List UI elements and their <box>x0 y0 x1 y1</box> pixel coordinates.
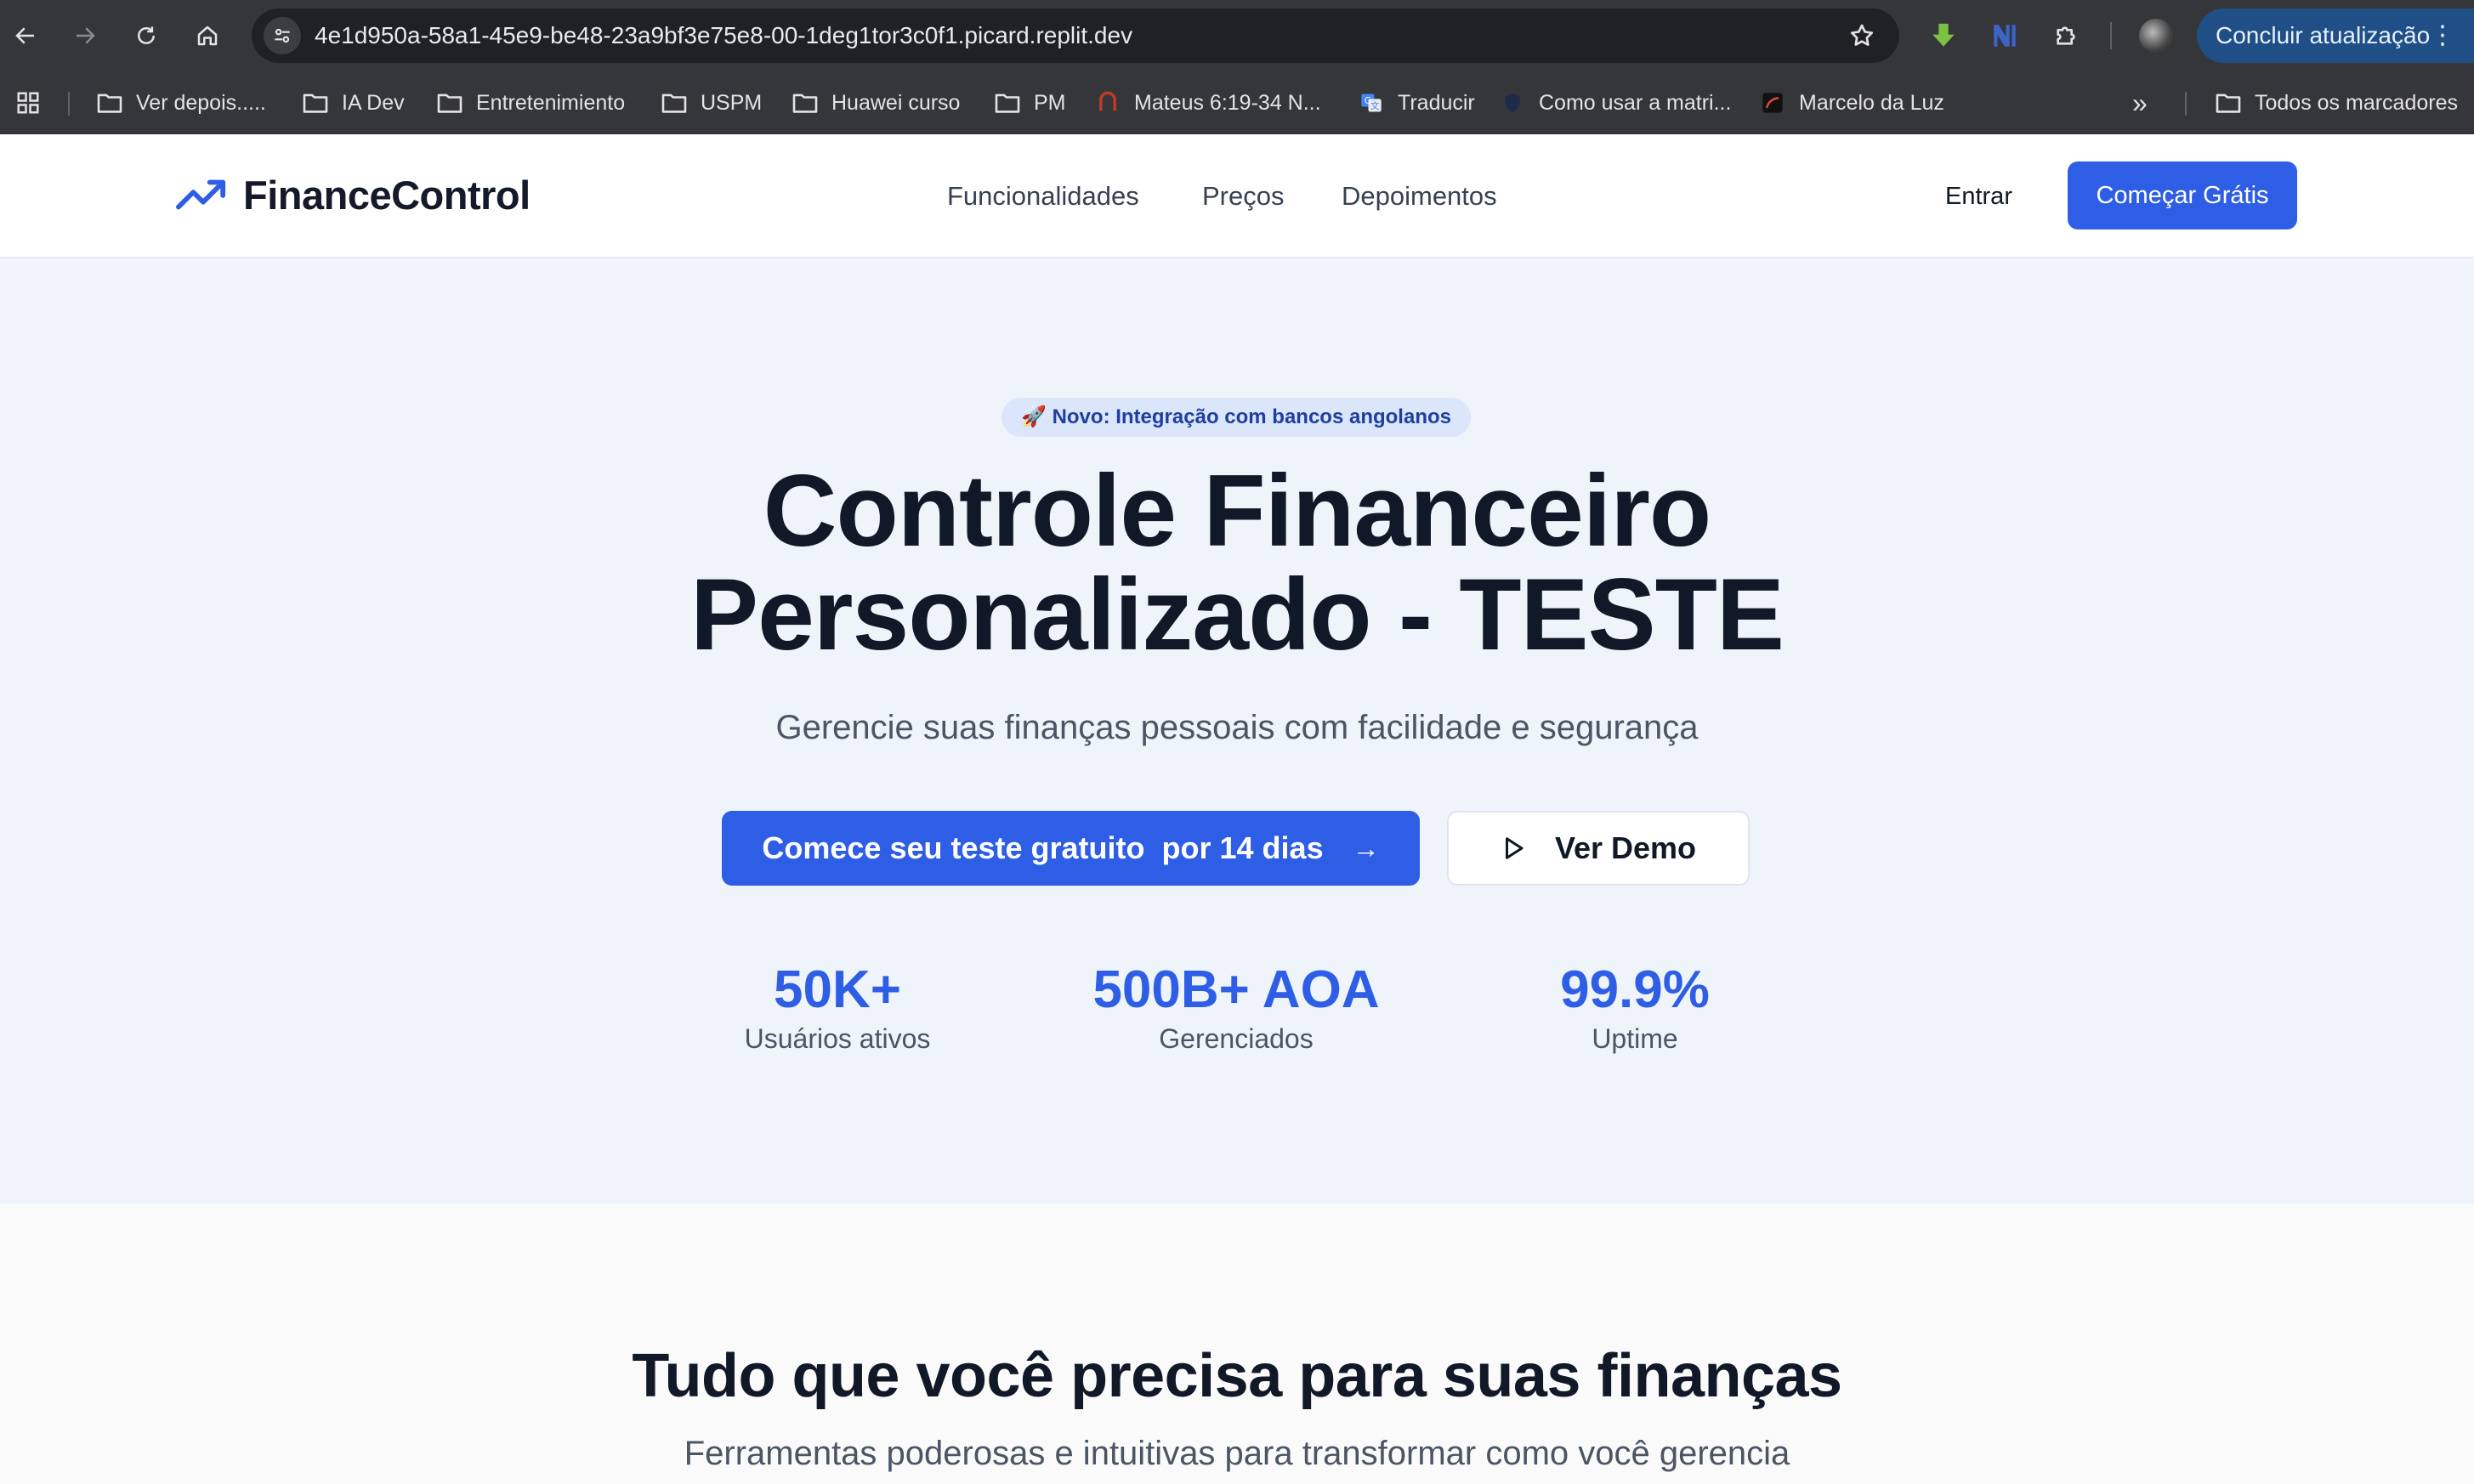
bible-favicon-icon <box>1093 91 1122 115</box>
bookmark-label: Mateus 6:19-34 N... <box>1134 90 1321 115</box>
folder-icon <box>301 91 330 115</box>
bookmarks-separator <box>68 92 70 116</box>
stat-managed: 500B+ AOA Gerenciados <box>1032 960 1440 1057</box>
url-text[interactable]: 4e1d950a-58a1-45e9-be48-23a9bf3e75e8-00-… <box>315 8 1132 63</box>
start-trial-label: Comece seu teste gratuito por 14 dias <box>762 830 1324 865</box>
folder-icon <box>791 91 820 115</box>
bookmark-folder[interactable]: Huawei curso <box>791 71 960 134</box>
view-demo-label: Ver Demo <box>1554 830 1697 865</box>
extensions-puzzle-icon[interactable] <box>2049 19 2083 53</box>
folder-icon <box>95 91 124 115</box>
hero-subtitle: Gerencie suas finanças pessoais com faci… <box>775 709 1699 746</box>
nav-link-depoimentos[interactable]: Depoimentos <box>1342 134 1497 258</box>
start-free-button[interactable]: Começar Grátis <box>2068 161 2297 229</box>
logo[interactable]: FinanceControl <box>175 172 531 218</box>
bookmark-link[interactable]: Mateus 6:19-34 N... <box>1093 71 1321 134</box>
kebab-menu-icon[interactable]: ⋮ <box>2430 8 2455 63</box>
hero-title-line-1: Controle Financeiro <box>763 454 1711 568</box>
folder-icon <box>993 91 1022 115</box>
all-bookmarks-label: Todos os marcadores <box>2255 90 2459 115</box>
arrow-right-icon: → <box>1352 832 1380 864</box>
translate-favicon-icon: 文G <box>1357 91 1386 115</box>
svg-text:文: 文 <box>1370 100 1380 111</box>
bookmark-folder[interactable]: IA Dev <box>301 71 405 134</box>
site-header: FinanceControl Funcionalidades Preços De… <box>0 134 2474 258</box>
arrow-right-icon <box>77 27 95 44</box>
double-chevron-right-icon: » <box>2132 87 2148 118</box>
start-trial-button[interactable]: Comece seu teste gratuito por 14 dias → <box>722 811 1420 886</box>
back-button[interactable] <box>7 17 44 54</box>
logo-text: FinanceControl <box>243 173 531 218</box>
bookmark-label: Como usar a matri... <box>1539 90 1732 115</box>
bookmark-label: Entretenimiento <box>476 90 626 115</box>
home-button[interactable] <box>189 17 226 54</box>
features-subtitle: Ferramentas poderosas e intuitivas para … <box>684 1435 1790 1472</box>
stat-users: 50K+ Usuários ativos <box>633 960 1041 1057</box>
bookmark-link[interactable]: Como usar a matri... <box>1498 71 1731 134</box>
stat-value: 50K+ <box>774 960 901 1019</box>
bookmark-label: USPM <box>701 90 763 115</box>
stat-uptime: 99.9% Uptime <box>1431 960 1839 1057</box>
apps-grid-button[interactable] <box>14 71 54 134</box>
bookmark-star-icon[interactable] <box>1848 22 1875 49</box>
site-info-icon[interactable] <box>264 17 301 54</box>
apps-grid-icon <box>14 91 43 115</box>
login-link[interactable]: Entrar <box>1945 134 2012 258</box>
browser-toolbar: 4e1d950a-58a1-45e9-be48-23a9bf3e75e8-00-… <box>0 0 2474 71</box>
features-section: Tudo que você precisa para suas finanças… <box>0 1204 2474 1484</box>
bookmark-label: IA Dev <box>342 90 405 115</box>
hero-title-line-2: Personalizado - TESTE <box>690 558 1785 671</box>
nav-link-precos[interactable]: Preços <box>1202 134 1284 258</box>
forward-button[interactable] <box>66 17 104 54</box>
bookmark-label: Huawei curso <box>831 90 961 115</box>
address-bar[interactable]: 4e1d950a-58a1-45e9-be48-23a9bf3e75e8-00-… <box>252 8 1899 63</box>
more-bookmarks-button[interactable]: » <box>2132 71 2148 134</box>
bookmark-folder[interactable]: PM <box>993 71 1066 134</box>
n-extension-icon[interactable] <box>1988 19 2022 53</box>
bookmarks-bar: Ver depois..... IA Dev Entretenimiento U… <box>0 71 2474 134</box>
home-icon <box>197 25 218 46</box>
svg-text:G: G <box>1365 96 1371 106</box>
stat-value: 500B+ AOA <box>1092 960 1380 1019</box>
bookmark-label: Ver depois..... <box>136 90 266 115</box>
shield-favicon-icon <box>1498 91 1527 115</box>
folder-icon <box>660 91 689 115</box>
stat-label: Uptime <box>1592 1023 1678 1054</box>
bookmark-folder[interactable]: Entretenimiento <box>435 71 625 134</box>
stat-label: Usuários ativos <box>744 1023 931 1054</box>
bookmark-label: Traducir <box>1398 90 1475 115</box>
hero-section: 🚀 Novo: Integração com bancos angolanos … <box>0 258 2474 1204</box>
view-demo-button[interactable]: Ver Demo <box>1447 811 1750 886</box>
play-icon <box>1505 837 1524 859</box>
site-favicon-icon <box>1758 91 1787 115</box>
announcement-badge: 🚀 Novo: Integração com bancos angolanos <box>1002 398 1471 437</box>
download-extension-icon[interactable] <box>1926 19 1960 53</box>
stat-value: 99.9% <box>1560 960 1710 1019</box>
reload-icon <box>138 26 155 44</box>
bookmarks-separator <box>2185 92 2187 116</box>
toolbar-separator <box>2110 22 2112 49</box>
bookmark-link[interactable]: 文G Traducir <box>1357 71 1475 134</box>
stat-label: Gerenciados <box>1159 1023 1314 1054</box>
hero-title: Controle Financeiro Personalizado - TEST… <box>0 459 2474 666</box>
update-label: Concluir atualização <box>2216 22 2431 48</box>
reload-button[interactable] <box>128 17 165 54</box>
all-bookmarks-folder[interactable]: Todos os marcadores <box>2214 71 2458 134</box>
bookmark-label: PM <box>1034 90 1066 115</box>
folder-icon <box>2214 91 2243 115</box>
bookmark-label: Marcelo da Luz <box>1799 90 1944 115</box>
trending-up-icon <box>175 179 226 209</box>
bookmark-folder[interactable]: Ver depois..... <box>95 71 266 134</box>
nav-link-funcionalidades[interactable]: Funcionalidades <box>947 134 1139 258</box>
bookmark-link[interactable]: Marcelo da Luz <box>1758 71 1944 134</box>
features-title: Tudo que você precisa para suas finanças <box>632 1342 1842 1410</box>
profile-avatar[interactable] <box>2139 19 2173 53</box>
bookmark-folder[interactable]: USPM <box>660 71 762 134</box>
update-button[interactable]: Concluir atualização ⋮ <box>2197 8 2474 63</box>
arrow-left-icon <box>15 27 34 44</box>
folder-icon <box>435 91 464 115</box>
